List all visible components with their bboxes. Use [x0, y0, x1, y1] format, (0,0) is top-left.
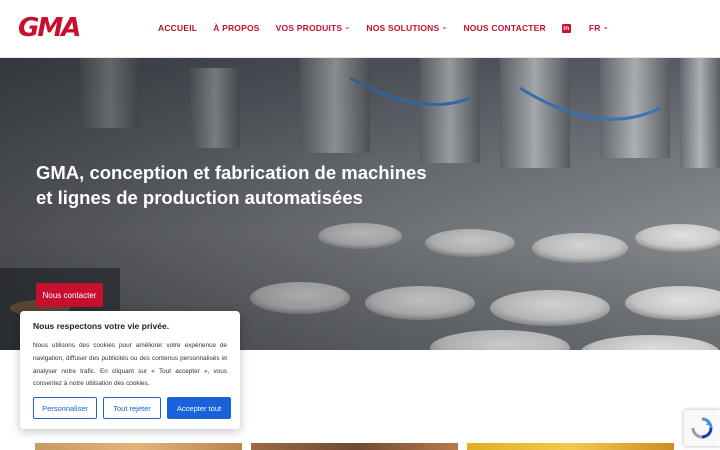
site-header: GMA ACCUEIL À PROPOS VOS PRODUITS ⌄ NOS …: [0, 0, 720, 58]
chevron-down-icon: ⌄: [344, 24, 351, 31]
main-nav: ACCUEIL À PROPOS VOS PRODUITS ⌄ NOS SOLU…: [158, 23, 625, 33]
logo-text: GMA: [18, 13, 81, 43]
gma-logo[interactable]: GMA: [18, 13, 81, 43]
cookie-title: Nous respectons votre vie privée.: [33, 321, 170, 331]
chevron-down-icon: ⌄: [441, 24, 448, 31]
nav-item-accueil[interactable]: ACCUEIL: [158, 23, 197, 33]
linkedin-icon[interactable]: in: [561, 23, 571, 33]
reject-all-button[interactable]: Tout rejeter: [103, 397, 161, 419]
product-thumbnails: [35, 443, 683, 450]
hero-title: GMA, conception et fabrication de machin…: [36, 162, 427, 208]
nav-item-a-propos[interactable]: À PROPOS: [213, 23, 259, 33]
nav-item-vos-produits[interactable]: VOS PRODUITS ⌄: [276, 23, 351, 33]
hero-contact-button[interactable]: Nous contacter: [36, 283, 103, 307]
nav-item-label: À PROPOS: [213, 23, 260, 33]
nav-item-nous-contacter[interactable]: NOUS CONTACTER: [463, 23, 545, 33]
recaptcha-icon: [691, 417, 713, 439]
chevron-down-icon: ⌄: [602, 24, 609, 31]
nav-item-label: ACCUEIL: [158, 23, 198, 33]
nav-item-label: VOS PRODUITS: [275, 23, 343, 33]
product-thumbnail[interactable]: [251, 443, 458, 450]
cookie-text: Nous utilisons des cookies pour améliore…: [33, 342, 227, 388]
customize-button[interactable]: Personnaliser: [33, 397, 97, 419]
hero-banner: GMA, conception et fabrication de machin…: [0, 58, 720, 350]
product-thumbnail[interactable]: [467, 443, 674, 450]
language-label: FR: [588, 23, 601, 33]
nav-item-nos-solutions[interactable]: NOS SOLUTIONS ⌄: [366, 23, 447, 33]
cookie-consent-dialog: Nous respectons votre vie privée. Nous u…: [20, 311, 240, 429]
recaptcha-badge[interactable]: [684, 410, 720, 446]
accept-all-button[interactable]: Accepter tout: [167, 397, 231, 419]
language-selector[interactable]: FR ⌄: [589, 23, 609, 33]
cookie-buttons: Personnaliser Tout rejeter Accepter tout: [33, 397, 237, 419]
nav-item-label: NOS SOLUTIONS: [366, 23, 440, 33]
nav-item-label: NOUS CONTACTER: [463, 23, 546, 33]
product-thumbnail[interactable]: [35, 443, 242, 450]
